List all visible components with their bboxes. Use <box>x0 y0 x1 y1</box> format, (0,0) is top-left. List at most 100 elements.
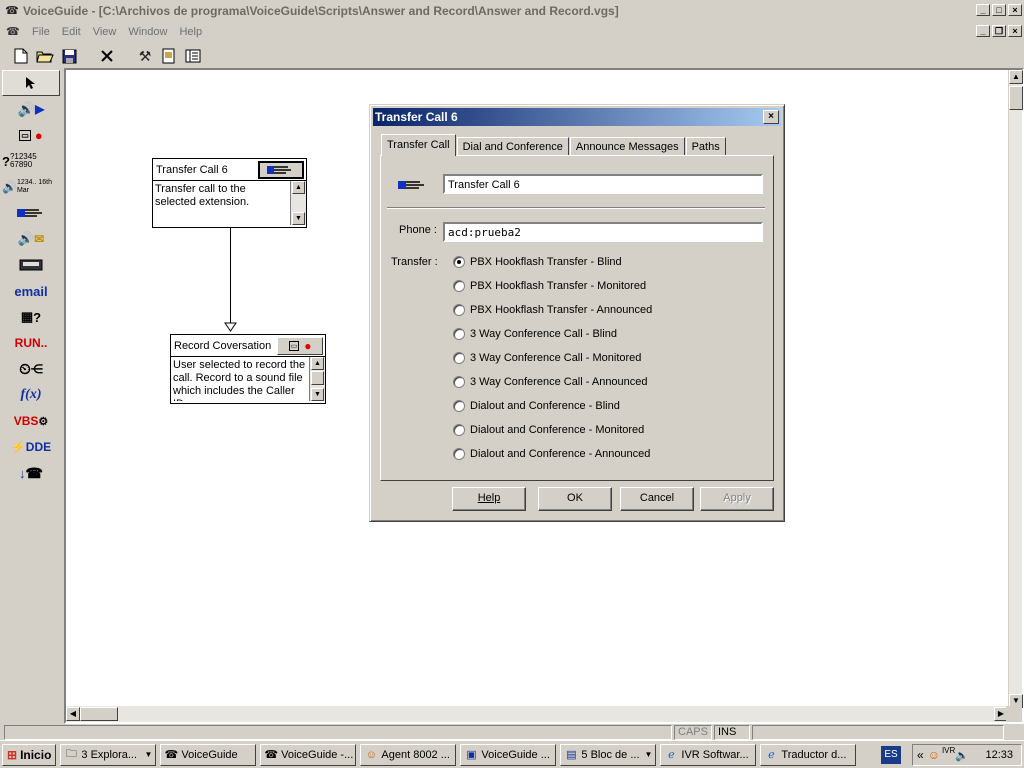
transfer-call-icon[interactable] <box>2 200 60 226</box>
record-icon[interactable]: ▭ ● <box>2 122 60 148</box>
node-scroll-thumb[interactable] <box>311 371 324 385</box>
evaluate-expression-icon[interactable]: f(x) <box>2 382 60 408</box>
vbscript-icon[interactable]: VBS ⚙ <box>2 408 60 434</box>
menu-edit[interactable]: Edit <box>56 26 87 38</box>
speaker-icon[interactable]: 🔈 <box>955 749 969 762</box>
transfer-option-radio[interactable]: Dialout and Conference - Blind <box>453 400 620 412</box>
menu-window[interactable]: Window <box>122 26 173 38</box>
say-number-icon[interactable]: 🔊 1234.. 16th Mar <box>2 174 60 200</box>
taskbar-item[interactable]: ☎ VoiceGuide <box>160 743 257 766</box>
cancel-button[interactable]: Cancel <box>620 487 694 511</box>
taskbar-item[interactable]: ▣ VoiceGuide ... <box>460 743 557 766</box>
new-file-icon[interactable] <box>10 45 32 67</box>
transfer-option-radio[interactable]: 3 Way Conference Call - Monitored <box>453 352 641 364</box>
horizontal-scrollbar[interactable]: ◀ ▶ <box>66 706 1008 722</box>
tab-paths[interactable]: Paths <box>685 137 726 156</box>
script-list-icon[interactable] <box>182 45 204 67</box>
radio-button[interactable] <box>453 400 465 412</box>
radio-button[interactable] <box>453 328 465 340</box>
radio-button[interactable] <box>453 304 465 316</box>
taskbar-item[interactable]: ℯ IVR Softwar... <box>660 743 757 766</box>
record-conversation-node[interactable]: Record Coversation ▭ ● User selected to r… <box>170 334 326 404</box>
transfer-option-label: Dialout and Conference - Monitored <box>470 424 645 436</box>
email-icon[interactable]: email <box>2 278 60 304</box>
agent-icon[interactable]: ☺ <box>928 748 940 762</box>
radio-button[interactable] <box>453 280 465 292</box>
vertical-scrollbar[interactable]: ▲ ▼ <box>1008 70 1023 708</box>
menu-help[interactable]: Help <box>173 26 208 38</box>
horizontal-scroll-thumb[interactable] <box>80 707 118 721</box>
ok-button[interactable]: OK <box>538 487 612 511</box>
voicemail-icon[interactable]: 🔊 ✉ <box>2 226 60 252</box>
start-button[interactable]: ⊞ Inicio <box>2 743 57 766</box>
radio-button[interactable] <box>453 448 465 460</box>
taskbar-item[interactable]: ℯ Traductor d... <box>760 743 857 766</box>
document-icon[interactable]: ☎ <box>6 25 22 38</box>
record-icon[interactable]: ▭ ● <box>277 336 323 355</box>
radio-button[interactable] <box>453 352 465 364</box>
node-header[interactable]: Transfer Call 6 <box>153 159 306 181</box>
transfer-option-radio[interactable]: PBX Hookflash Transfer - Blind <box>453 256 622 268</box>
scroll-left-icon[interactable]: ◀ <box>66 707 80 721</box>
close-button[interactable]: × <box>1008 4 1022 16</box>
run-program-icon[interactable]: RUN.. <box>2 330 60 356</box>
language-indicator[interactable]: ES <box>881 746 901 764</box>
transfer-option-radio[interactable]: Dialout and Conference - Monitored <box>453 424 644 436</box>
clock[interactable]: 12:33 <box>985 749 1013 761</box>
transfer-option-radio[interactable]: PBX Hookflash Transfer - Announced <box>453 304 652 316</box>
scroll-down-icon[interactable]: ▼ <box>311 388 324 401</box>
menu-view[interactable]: View <box>87 26 123 38</box>
vertical-scroll-thumb[interactable] <box>1009 86 1023 110</box>
save-icon[interactable] <box>58 45 80 67</box>
node-scrollbar[interactable]: ▲ ▼ <box>309 357 325 401</box>
transfer-option-radio[interactable]: 3 Way Conference Call - Announced <box>453 376 648 388</box>
tab-dial-and-conference[interactable]: Dial and Conference <box>456 137 569 156</box>
tab-announce-messages[interactable]: Announce Messages <box>569 137 685 156</box>
scroll-up-icon[interactable]: ▲ <box>311 357 324 370</box>
taskbar-item[interactable]: ▤ 5 Bloc de ... ▼ <box>560 743 657 766</box>
delete-icon[interactable] <box>96 45 118 67</box>
mdi-minimize-button[interactable]: _ <box>976 25 990 37</box>
dialog-close-button[interactable]: × <box>763 110 779 124</box>
time-switch-icon[interactable]: ⏲ ⋲ <box>2 356 60 382</box>
radio-button[interactable] <box>453 256 465 268</box>
minimize-button[interactable]: _ <box>976 4 990 16</box>
apply-button[interactable]: Apply <box>700 487 774 511</box>
node-description: Transfer call to the selected extension.… <box>153 181 306 225</box>
radio-button[interactable] <box>453 376 465 388</box>
pager-icon[interactable] <box>2 252 60 278</box>
phone-input[interactable]: acd:prueba2 <box>443 222 763 242</box>
tab-transfer-call[interactable]: Transfer Call <box>381 134 456 156</box>
mdi-restore-button[interactable]: ❐ <box>992 25 1006 37</box>
radio-button[interactable] <box>453 424 465 436</box>
node-scrollbar[interactable]: ▲ ▼ <box>290 181 306 225</box>
tools-icon[interactable]: ⚒ <box>134 45 156 67</box>
transfer-call-node[interactable]: Transfer Call 6 Transfer call to the sel… <box>152 158 307 228</box>
properties-icon[interactable] <box>158 45 180 67</box>
node-header[interactable]: Record Coversation ▭ ● <box>171 335 325 357</box>
dialog-title-bar[interactable]: Transfer Call 6 × <box>373 108 781 126</box>
play-sound-icon[interactable]: 🔊 ▶ <box>2 96 60 122</box>
help-button[interactable]: Help <box>452 487 526 511</box>
scroll-down-icon[interactable]: ▼ <box>292 212 305 225</box>
transfer-option-radio[interactable]: 3 Way Conference Call - Blind <box>453 328 617 340</box>
scroll-up-icon[interactable]: ▲ <box>292 181 305 194</box>
taskbar-item[interactable]: ☺ Agent 8002 ... <box>360 743 457 766</box>
module-name-input[interactable]: Transfer Call 6 <box>443 174 763 194</box>
dde-icon[interactable]: ⚡ DDE <box>2 434 60 460</box>
menu-file[interactable]: File <box>26 26 56 38</box>
maximize-button[interactable]: □ <box>992 4 1006 16</box>
database-query-icon[interactable]: ▦? <box>2 304 60 330</box>
scroll-up-icon[interactable]: ▲ <box>1009 70 1023 84</box>
transfer-call-icon[interactable] <box>258 160 304 179</box>
taskbar-item[interactable]: ☎ VoiceGuide -... <box>260 743 357 766</box>
get-numbers-icon[interactable]: ? ?12345 67890 <box>2 148 60 174</box>
transfer-option-radio[interactable]: PBX Hookflash Transfer - Monitored <box>453 280 646 292</box>
mdi-close-button[interactable]: × <box>1008 25 1022 37</box>
hangup-icon[interactable]: ↓ ☎ <box>2 460 60 486</box>
pointer-icon[interactable] <box>2 70 60 96</box>
open-folder-icon[interactable] <box>34 45 56 67</box>
transfer-option-radio[interactable]: Dialout and Conference - Announced <box>453 448 650 460</box>
chevron-left-icon[interactable]: « <box>917 748 924 762</box>
taskbar-item[interactable]: 🗀 3 Explora... ▼ <box>60 743 157 766</box>
